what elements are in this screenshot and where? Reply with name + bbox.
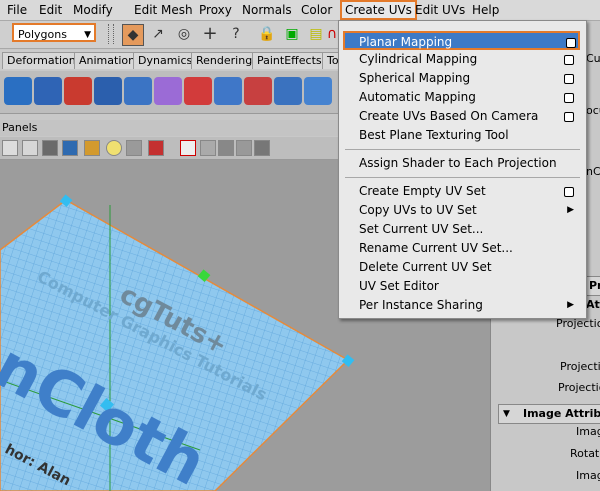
menu-item-copy-uvs-to-uv-set[interactable]: Copy UVs to UV Set ▶ — [339, 201, 586, 220]
menu-item-set-current-uv-set[interactable]: Set Current UV Set... — [339, 220, 586, 239]
separator-handle — [108, 24, 114, 44]
option-box-icon[interactable] — [564, 93, 574, 103]
menu-edit-uvs[interactable]: Edit UVs — [412, 2, 468, 18]
attr-tab-cus[interactable]: Cus — [586, 52, 600, 65]
shelf-tab-bar: Deformation Animation Dynamics Rendering… — [0, 50, 344, 70]
shelf-icons — [0, 71, 340, 114]
attr-section-image[interactable]: ▼ Image Attribut — [498, 404, 600, 424]
tab-animation[interactable]: Animation — [74, 52, 141, 69]
grid-icon[interactable] — [2, 140, 18, 156]
add-icon[interactable]: + — [200, 24, 220, 44]
textured-icon[interactable] — [62, 140, 78, 156]
lock-icon[interactable]: 🔒 — [257, 24, 277, 44]
menu-proxy[interactable]: Proxy — [196, 2, 235, 18]
menu-modify[interactable]: Modify — [70, 2, 116, 18]
tab-painteffects[interactable]: PaintEffects — [252, 52, 327, 69]
attr-image-scale: Imag — [576, 469, 600, 482]
plane-icon[interactable] — [304, 77, 332, 105]
bevel-icon[interactable] — [274, 77, 302, 105]
isolate-icon[interactable] — [180, 140, 196, 156]
menu-item-planar-mapping[interactable]: Planar Mapping — [343, 31, 580, 50]
submenu-arrow-icon: ▶ — [567, 300, 574, 310]
panels-label: Panels — [2, 121, 38, 134]
menu-create-uvs[interactable]: Create UVs — [340, 0, 417, 20]
menu-item-uvs-based-on-camera[interactable]: Create UVs Based On Camera — [339, 107, 586, 126]
selection-mask-icon[interactable]: ▣ — [282, 24, 302, 44]
snap-point-icon[interactable]: ◎ — [174, 24, 194, 44]
menu-item-per-instance-sharing[interactable]: Per Instance Sharing ▶ — [339, 296, 586, 315]
menu-item-rename-uv-set[interactable]: Rename Current UV Set... — [339, 239, 586, 258]
panels-menu[interactable]: Panels — [0, 120, 340, 136]
boolean-icon[interactable] — [124, 77, 152, 105]
shadow-icon[interactable] — [126, 140, 142, 156]
split-icon[interactable] — [244, 77, 272, 105]
menu-item-automatic-mapping[interactable]: Automatic Mapping — [339, 88, 586, 107]
attr-image-center: Imag — [576, 425, 600, 438]
tab-rendering[interactable]: Rendering — [191, 52, 258, 69]
menu-bar: File Edit Modify Edit Mesh Proxy Normals… — [0, 0, 600, 21]
mode-selector[interactable]: Polygons ▼ — [12, 23, 96, 42]
panel-toolbar — [0, 137, 340, 160]
mode-selector-value: Polygons — [18, 28, 67, 41]
camera-icon[interactable] — [254, 140, 270, 156]
extrude-icon[interactable] — [214, 77, 242, 105]
menu-item-spherical-mapping[interactable]: Spherical Mapping — [339, 69, 586, 88]
menu-item-assign-shader[interactable]: Assign Shader to Each Projection — [339, 154, 586, 173]
attr-projection-2: Projectio — [560, 360, 600, 373]
menu-separator — [345, 177, 580, 178]
help-question-icon[interactable]: ? — [226, 24, 246, 44]
xray-icon[interactable] — [200, 140, 216, 156]
cube-icon[interactable] — [184, 77, 212, 105]
menu-item-best-plane-texturing[interactable]: Best Plane Texturing Tool — [339, 126, 586, 145]
menu-item-cylindrical-mapping[interactable]: Cylindrical Mapping — [339, 50, 586, 69]
bulb-icon[interactable] — [106, 140, 122, 156]
chevron-down-icon: ▼ — [503, 409, 510, 419]
tab-dynamics[interactable]: Dynamics — [133, 52, 198, 69]
menu-help[interactable]: Help — [469, 2, 502, 18]
attr-section-attributes: Attr — [586, 298, 600, 311]
wireframe-icon[interactable] — [22, 140, 38, 156]
menu-item-uv-set-editor[interactable]: UV Set Editor — [339, 277, 586, 296]
smooth-icon[interactable] — [154, 77, 182, 105]
render-cube-icon[interactable] — [148, 140, 164, 156]
option-box-icon[interactable] — [564, 55, 574, 65]
option-box-icon[interactable] — [564, 112, 574, 122]
cylinder-icon[interactable] — [4, 77, 32, 105]
chevron-down-icon: ▼ — [84, 30, 91, 40]
attr-projection-3: Projectio — [558, 381, 600, 394]
menu-normals[interactable]: Normals — [239, 2, 295, 18]
create-uvs-menu: Planar Mapping Cylindrical Mapping Spher… — [338, 20, 587, 319]
tab-deformation[interactable]: Deformation — [2, 52, 81, 69]
menu-item-delete-uv-set[interactable]: Delete Current UV Set — [339, 258, 586, 277]
menu-file[interactable]: File — [4, 2, 30, 18]
menu-item-create-empty-uv-set[interactable]: Create Empty UV Set — [339, 182, 586, 201]
submenu-arrow-icon: ▶ — [567, 205, 574, 215]
option-box-icon[interactable] — [566, 38, 576, 48]
menu-color[interactable]: Color — [298, 2, 335, 18]
combine-icon[interactable] — [64, 77, 92, 105]
option-box-icon[interactable] — [564, 187, 574, 197]
separate-icon[interactable] — [94, 77, 122, 105]
option-box-icon[interactable] — [564, 74, 574, 84]
shaded-icon[interactable] — [42, 140, 58, 156]
attr-tab-ncloth[interactable]: nCl — [586, 165, 600, 178]
menu-separator — [345, 149, 580, 150]
attr-tab-focus[interactable]: ocu — [586, 104, 600, 117]
resolution-gate-icon[interactable] — [236, 140, 252, 156]
film-gate-icon[interactable] — [218, 140, 234, 156]
mesh-icon[interactable] — [34, 77, 62, 105]
lighting-icon[interactable] — [84, 140, 100, 156]
curve-tool-icon[interactable]: ↗ — [148, 24, 168, 44]
attr-rotation: Rotatio — [570, 447, 600, 460]
menu-edit-mesh[interactable]: Edit Mesh — [131, 2, 196, 18]
select-by-hierarchy-icon[interactable]: ◆ — [122, 24, 144, 46]
menu-edit[interactable]: Edit — [36, 2, 65, 18]
